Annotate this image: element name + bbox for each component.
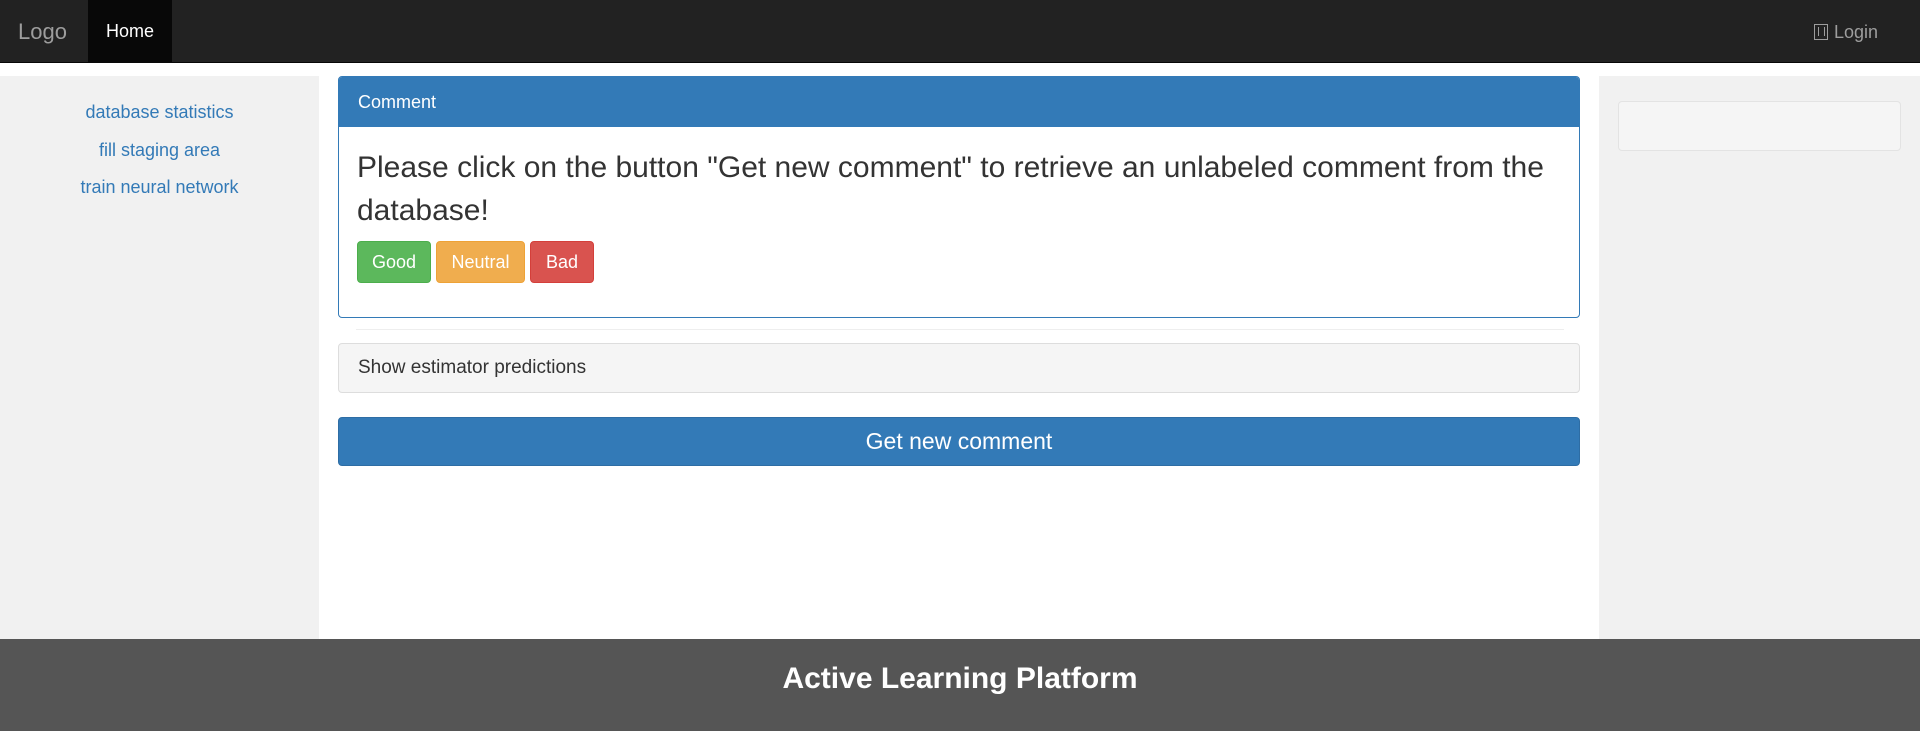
login-label: Login xyxy=(1833,21,1878,42)
right-sidebar xyxy=(1599,76,1920,639)
good-button[interactable]: Good xyxy=(357,241,431,283)
page-footer: Active Learning Platform xyxy=(0,639,1920,731)
log-in-icon xyxy=(1813,23,1828,40)
nav-home-link[interactable]: Home xyxy=(88,0,172,63)
sidebar-item-database-statistics[interactable]: database statistics xyxy=(0,94,319,132)
bad-button[interactable]: Bad xyxy=(530,241,594,283)
right-well xyxy=(1618,101,1901,151)
footer-title: Active Learning Platform xyxy=(782,662,1138,695)
label-button-group: Good Neutral Bad xyxy=(357,241,1561,283)
nav-login-link[interactable]: Login xyxy=(1813,0,1878,63)
brand-logo[interactable]: Logo xyxy=(18,0,67,63)
sidebar-links: database statistics fill staging area tr… xyxy=(0,76,319,207)
show-estimator-predictions-toggle[interactable]: Show estimator predictions xyxy=(338,343,1580,393)
get-new-comment-button[interactable]: Get new comment xyxy=(338,417,1580,466)
left-sidebar: database statistics fill staging area tr… xyxy=(0,76,319,639)
neutral-button[interactable]: Neutral xyxy=(436,241,525,283)
comment-panel-body: Please click on the button "Get new comm… xyxy=(339,127,1579,283)
divider xyxy=(356,329,1564,330)
sidebar-item-fill-staging-area[interactable]: fill staging area xyxy=(0,132,319,170)
comment-prompt-text: Please click on the button "Get new comm… xyxy=(357,151,1544,227)
top-navbar: Logo Home Login xyxy=(0,0,1920,63)
comment-panel: Comment Please click on the button "Get … xyxy=(338,76,1580,318)
comment-panel-heading: Comment xyxy=(339,77,1579,127)
sidebar-item-train-neural-network[interactable]: train neural network xyxy=(0,169,319,207)
